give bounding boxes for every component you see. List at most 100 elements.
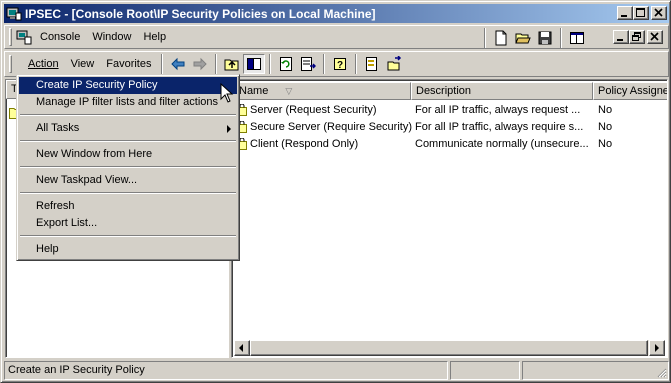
mdi-close-button[interactable] — [647, 30, 663, 44]
submenu-arrow-icon — [227, 125, 231, 133]
svg-text:?: ? — [337, 60, 343, 71]
policy-row[interactable]: Client (Respond Only) Communicate normal… — [234, 136, 667, 153]
refresh-button[interactable] — [275, 54, 297, 74]
menu-item-refresh[interactable]: Refresh — [19, 198, 237, 215]
scrollbar-thumb[interactable] — [250, 340, 648, 356]
new-document-icon — [495, 30, 507, 46]
status-panel-2 — [450, 361, 520, 380]
policy-description: For all IP traffic, always request ... — [415, 104, 581, 116]
toolbar-grip — [9, 55, 12, 73]
menu-item-all-tasks[interactable]: All Tasks — [19, 120, 237, 137]
open-console-button[interactable] — [512, 28, 534, 48]
menu-item-help[interactable]: Help — [19, 241, 237, 258]
help-icon: ? — [334, 58, 347, 71]
results-pane[interactable]: Name ▽ Description Policy Assigned Serve… — [231, 79, 668, 358]
menu-item-manage-ip-filter-lists[interactable]: Manage IP filter lists and filter action… — [19, 94, 237, 111]
menu-window[interactable]: Window — [86, 29, 137, 45]
toolbar-separator — [355, 54, 358, 74]
menu-view[interactable]: View — [65, 56, 101, 72]
new-console-button[interactable] — [490, 28, 512, 48]
back-arrow-icon — [171, 57, 185, 71]
up-folder-icon — [224, 59, 239, 71]
console-menu-icon — [16, 29, 32, 45]
column-assigned-label: Policy Assigned — [598, 85, 668, 97]
policy-name: Client (Respond Only) — [250, 138, 359, 150]
save-disk-icon — [538, 31, 552, 45]
mdi-restore-button[interactable] — [629, 30, 645, 44]
export-list-button[interactable] — [297, 54, 319, 74]
menu-item-all-tasks-label: All Tasks — [36, 122, 80, 134]
menu-help[interactable]: Help — [137, 29, 172, 45]
policy-name: Server (Request Security) — [250, 104, 377, 116]
mdi-minimize-button[interactable] — [613, 30, 629, 44]
status-text: Create an IP Security Policy — [4, 361, 448, 380]
title-bar[interactable]: IPSEC - [Console Root\IP Security Polici… — [4, 4, 669, 23]
action-context-menu: Create IP Security Policy Manage IP filt… — [16, 74, 240, 261]
refresh-icon — [280, 57, 293, 71]
menubar-grip — [9, 28, 12, 46]
minimize-button[interactable] — [617, 6, 633, 20]
toolbar-separator — [560, 28, 562, 48]
restore-icon — [632, 32, 641, 41]
save-console-button[interactable] — [534, 28, 556, 48]
close-button[interactable] — [651, 6, 667, 20]
manage-filters-button[interactable] — [361, 54, 383, 74]
mdi-caption-buttons — [613, 30, 663, 44]
menu-console[interactable]: Console — [34, 29, 86, 45]
horizontal-scrollbar[interactable] — [234, 340, 665, 356]
forward-arrow-icon — [193, 57, 208, 71]
sort-indicator-icon: ▽ — [285, 86, 293, 96]
menu-separator — [19, 189, 237, 198]
policy-row[interactable]: Server (Request Security) For all IP tra… — [234, 102, 667, 119]
menu-item-create-ip-security-policy[interactable]: Create IP Security Policy — [19, 77, 237, 94]
console-tree-icon — [247, 58, 262, 70]
column-header-description[interactable]: Description — [411, 82, 593, 100]
menu-separator — [19, 137, 237, 146]
show-hide-tree-button[interactable] — [243, 54, 266, 74]
main-menu-bar: Console Window Help — [4, 25, 669, 49]
column-name-label: Name — [239, 85, 269, 97]
resize-grip-icon[interactable] — [655, 366, 667, 378]
forward-button[interactable] — [189, 54, 211, 74]
up-one-level-button[interactable] — [221, 54, 243, 74]
status-bar: Create an IP Security Policy — [4, 361, 669, 381]
close-icon — [650, 32, 659, 41]
scroll-right-arrow-icon — [655, 344, 659, 352]
menu-item-export-list[interactable]: Export List... — [19, 215, 237, 232]
toolbar-separator — [215, 54, 218, 74]
policy-list-icon — [366, 57, 378, 71]
toolbar-separator — [269, 54, 272, 74]
policy-assigned: No — [598, 138, 613, 150]
minimize-icon — [617, 39, 623, 41]
console-toolbar — [480, 28, 588, 48]
menu-item-new-taskpad-view[interactable]: New Taskpad View... — [19, 172, 237, 189]
help-button[interactable]: ? — [329, 54, 351, 74]
scroll-left-button[interactable] — [234, 340, 250, 356]
new-window-button[interactable] — [566, 28, 588, 48]
app-window: IPSEC - [Console Root\IP Security Polici… — [0, 0, 671, 383]
mouse-pointer-icon — [220, 83, 234, 103]
assign-policy-button[interactable] — [383, 54, 405, 74]
column-header-name[interactable]: Name ▽ — [234, 82, 411, 100]
maximize-button[interactable] — [633, 6, 649, 20]
column-header-policy-assigned[interactable]: Policy Assigned — [593, 82, 668, 100]
status-panel-3 — [522, 361, 669, 380]
maximize-icon — [636, 8, 645, 17]
open-folder-icon — [515, 33, 531, 44]
toolbar-separator — [323, 54, 326, 74]
menu-action[interactable]: Action — [22, 56, 65, 72]
assign-policy-icon — [387, 56, 402, 71]
policy-assigned: No — [598, 121, 613, 133]
toolbar-separator — [161, 54, 164, 74]
mmc-console-icon — [6, 7, 22, 21]
menu-separator — [19, 163, 237, 172]
menu-item-new-window-from-here[interactable]: New Window from Here — [19, 146, 237, 163]
policy-row[interactable]: Secure Server (Require Security) For all… — [234, 119, 667, 136]
back-button[interactable] — [167, 54, 189, 74]
column-description-label: Description — [416, 85, 472, 97]
menu-favorites[interactable]: Favorites — [100, 56, 157, 72]
close-icon — [654, 8, 663, 17]
window-title: IPSEC - [Console Root\IP Security Polici… — [25, 6, 376, 21]
policy-name: Secure Server (Require Security) — [250, 121, 412, 133]
scroll-right-button[interactable] — [649, 340, 665, 356]
